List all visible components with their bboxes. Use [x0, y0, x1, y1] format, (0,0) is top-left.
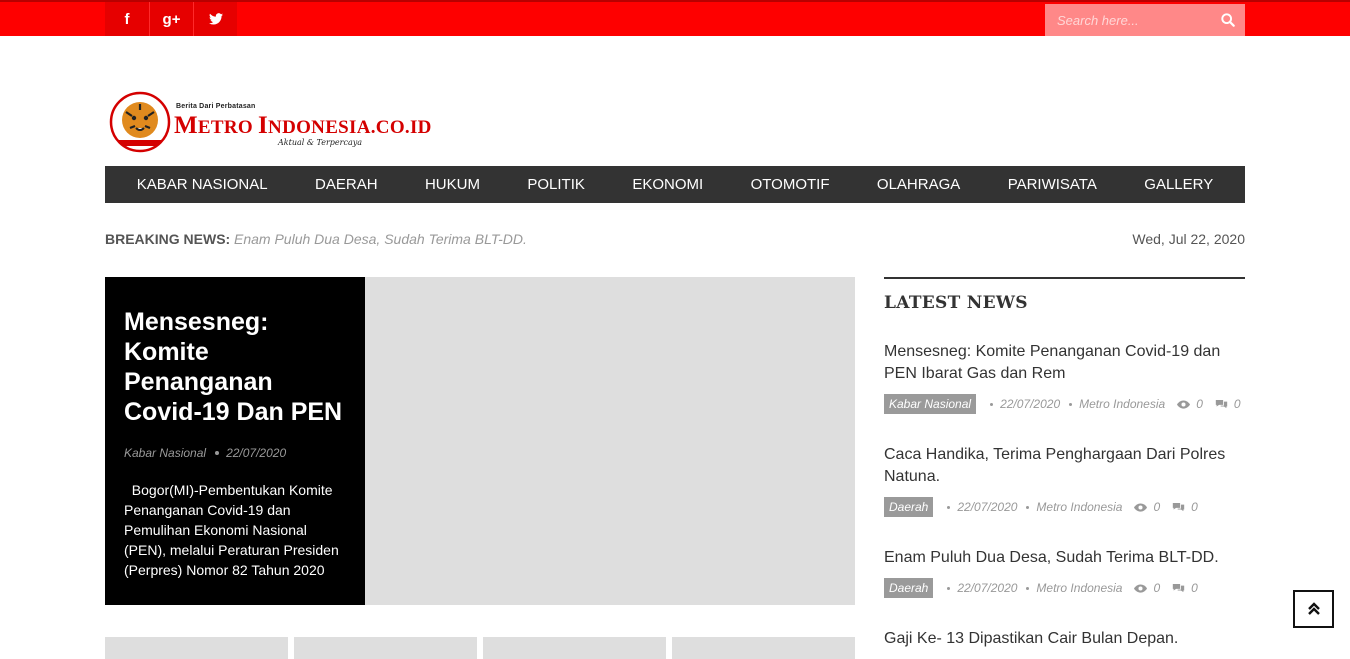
comments-icon: [1215, 399, 1228, 409]
news-author[interactable]: Metro Indonesia: [1036, 581, 1122, 595]
featured-meta: Kabar Nasional 22/07/2020: [124, 446, 345, 460]
nav-item-daerah[interactable]: DAERAH: [315, 176, 378, 193]
breaking-headline-link[interactable]: Enam Puluh Dua Desa, Sudah Terima BLT-DD…: [234, 231, 527, 247]
site-logo[interactable]: Berita Dari Perbatasan METRO INDONESIA.C…: [108, 90, 453, 154]
list-item: Enam Puluh Dua Desa, Sudah Terima BLT-DD…: [884, 547, 1245, 598]
breaking-label: BREAKING NEWS:: [105, 231, 231, 247]
featured-excerpt: Bogor(MI)-Pembentukan Komite Penanganan …: [124, 482, 343, 578]
search-icon[interactable]: [1210, 4, 1245, 36]
news-meta: Daerah 22/07/2020 Metro Indonesia 0 0: [884, 578, 1245, 598]
category-badge[interactable]: Daerah: [884, 497, 934, 517]
logo-name: METRO INDONESIA.CO.ID: [174, 112, 432, 139]
eye-icon: [1134, 583, 1148, 593]
featured-panel: Mensesneg: Komite Penanganan Covid-19 Da…: [105, 277, 365, 605]
category-badge[interactable]: Daerah: [884, 578, 934, 598]
nav-item-hukum[interactable]: HUKUM: [425, 176, 480, 193]
meta-dot: [990, 402, 994, 406]
thumbnail[interactable]: [105, 637, 288, 659]
news-date: 22/07/2020: [1000, 397, 1061, 411]
social-links: f g+: [105, 2, 237, 36]
nav-item-kabar-nasional[interactable]: KABAR NASIONAL: [137, 176, 268, 193]
nav-item-gallery[interactable]: GALLERY: [1144, 176, 1213, 193]
news-meta: Daerah 22/07/2020 Metro Indonesia 0 0: [884, 497, 1245, 517]
meta-dot: [947, 586, 951, 590]
facebook-icon[interactable]: f: [105, 2, 149, 36]
views-count: 0: [1134, 500, 1160, 514]
search-input[interactable]: [1045, 12, 1210, 28]
views-count: 0: [1177, 397, 1203, 411]
nav-item-ekonomi[interactable]: EKONOMI: [632, 176, 703, 193]
double-chevron-up-icon: [1307, 602, 1320, 615]
google-plus-icon[interactable]: g+: [149, 2, 193, 36]
thumbnail[interactable]: [672, 637, 855, 659]
search-box: [1045, 4, 1245, 36]
twitter-icon[interactable]: [193, 2, 237, 36]
news-author[interactable]: Metro Indonesia: [1079, 397, 1165, 411]
back-to-top-button[interactable]: [1293, 590, 1334, 628]
news-title-link[interactable]: Enam Puluh Dua Desa, Sudah Terima BLT-DD…: [884, 547, 1245, 569]
meta-dot: [1026, 586, 1030, 590]
list-item: Caca Handika, Terima Penghargaan Dari Po…: [884, 444, 1245, 517]
nav-item-otomotif[interactable]: OTOMOTIF: [751, 176, 830, 193]
news-title-link[interactable]: Caca Handika, Terima Penghargaan Dari Po…: [884, 444, 1245, 488]
news-date: 22/07/2020: [957, 581, 1018, 595]
featured-date: 22/07/2020: [226, 446, 287, 460]
news-title-link[interactable]: Mensesneg: Komite Penanganan Covid-19 da…: [884, 341, 1245, 385]
comments-count: 0: [1215, 397, 1241, 411]
news-date: 22/07/2020: [957, 500, 1018, 514]
news-meta: Kabar Nasional 22/07/2020 Metro Indonesi…: [884, 394, 1245, 414]
current-date: Wed, Jul 22, 2020: [1132, 231, 1245, 247]
thumbnail[interactable]: [294, 637, 477, 659]
news-author[interactable]: Metro Indonesia: [1036, 500, 1122, 514]
comments-icon: [1172, 502, 1185, 512]
meta-dot: [215, 451, 220, 455]
featured-title[interactable]: Mensesneg: Komite Penanganan Covid-19 Da…: [124, 307, 345, 427]
views-count: 0: [1134, 581, 1160, 595]
top-bar: f g+: [0, 0, 1350, 36]
comments-count: 0: [1172, 500, 1198, 514]
comments-icon: [1172, 583, 1185, 593]
meta-dot: [1026, 505, 1030, 509]
logo-slogan: Aktual & Terpercaya: [278, 138, 363, 147]
list-item: Gaji Ke- 13 Dipastikan Cair Bulan Depan.: [884, 628, 1245, 650]
category-badge[interactable]: Kabar Nasional: [884, 394, 977, 414]
breaking-news: BREAKING NEWS: Enam Puluh Dua Desa, Suda…: [105, 231, 1245, 249]
nav-item-politik[interactable]: POLITIK: [527, 176, 585, 193]
list-item: Mensesneg: Komite Penanganan Covid-19 da…: [884, 341, 1245, 414]
nav-item-pariwisata[interactable]: PARIWISATA: [1008, 176, 1097, 193]
news-title-link[interactable]: Gaji Ke- 13 Dipastikan Cair Bulan Depan.: [884, 628, 1245, 650]
nav-item-olahraga[interactable]: OLAHRAGA: [877, 176, 960, 193]
featured-category[interactable]: Kabar Nasional: [124, 446, 206, 460]
widget-title: LATEST NEWS: [884, 293, 1028, 313]
thumbnail[interactable]: [483, 637, 666, 659]
main-nav: KABAR NASIONAL DAERAH HUKUM POLITIK EKON…: [105, 166, 1245, 203]
thumbnail-row: [105, 637, 855, 659]
logo-tagline: Berita Dari Perbatasan: [176, 103, 256, 110]
meta-dot: [947, 505, 951, 509]
eye-icon: [1134, 502, 1148, 512]
featured-slider[interactable]: Mensesneg: Komite Penanganan Covid-19 Da…: [105, 277, 855, 605]
comments-count: 0: [1172, 581, 1198, 595]
meta-dot: [1069, 402, 1073, 406]
tiger-emblem-icon: [109, 91, 171, 153]
latest-news-widget: LATEST NEWS Mensesneg: Komite Penanganan…: [884, 277, 1245, 659]
eye-icon: [1177, 399, 1191, 409]
